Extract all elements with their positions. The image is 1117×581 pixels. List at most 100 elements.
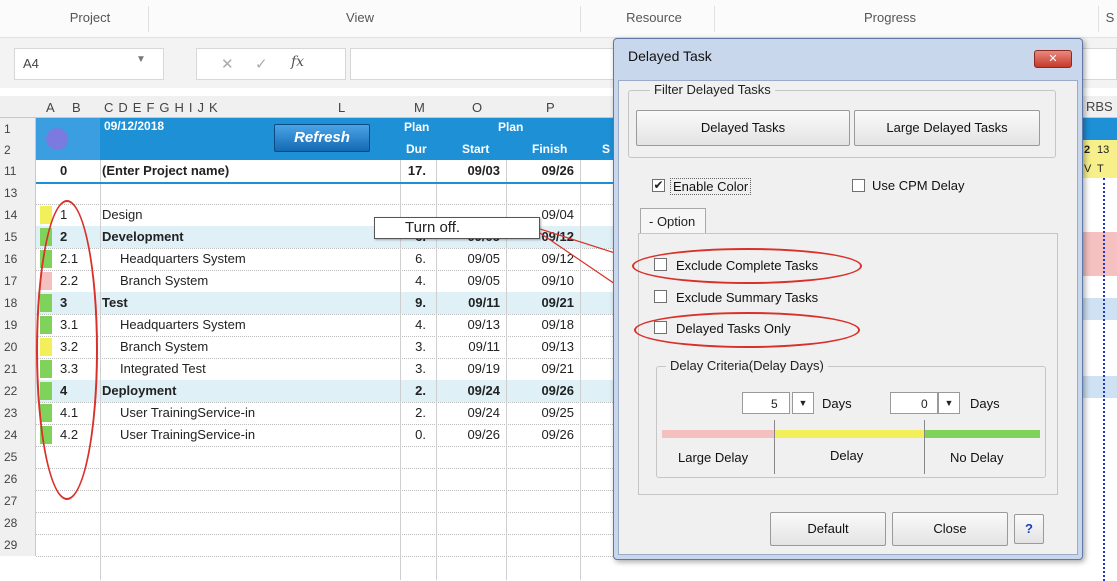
plan-start[interactable]: 09/13 [456, 317, 500, 332]
row-header[interactable]: 15 [0, 226, 36, 248]
task-name[interactable]: Deployment [102, 383, 332, 398]
row-header[interactable]: 1 [0, 118, 36, 140]
task-name[interactable]: Test [102, 295, 332, 310]
row-header[interactable]: 14 [0, 204, 36, 226]
table-row[interactable]: 2.1 Headquarters System 6. 09/05 09/12 [36, 248, 615, 270]
plan-start[interactable]: 09/03 [456, 163, 500, 178]
row-header[interactable]: 18 [0, 292, 36, 314]
ribbon-group-view[interactable]: View [330, 10, 390, 25]
task-name[interactable]: Headquarters System [120, 317, 350, 332]
row-header[interactable]: 19 [0, 314, 36, 336]
plan-finish[interactable]: 09/26 [530, 163, 574, 178]
chevron-down-icon[interactable]: ▼ [792, 392, 814, 414]
row-header[interactable]: 21 [0, 358, 36, 380]
plan-duration[interactable]: 2. [400, 405, 426, 420]
plan-duration[interactable]: 17. [400, 163, 426, 178]
check-icon[interactable]: ✓ [255, 55, 268, 73]
row-header[interactable]: 2 [0, 139, 36, 161]
plan-finish[interactable]: 09/21 [530, 361, 574, 376]
chevron-down-icon[interactable]: ▼ [136, 54, 146, 65]
task-name[interactable]: Headquarters System [120, 251, 350, 266]
plan-duration[interactable]: 9. [400, 295, 426, 310]
delay-days-input[interactable]: 0 [890, 392, 938, 414]
close-icon[interactable]: ✕ [1034, 50, 1072, 68]
ribbon-group-project[interactable]: Project [60, 10, 120, 25]
col-p[interactable]: P [546, 100, 555, 115]
plan-start[interactable]: 09/19 [456, 361, 500, 376]
task-name[interactable]: Branch System [120, 339, 350, 354]
row-header[interactable]: 11 [0, 160, 36, 182]
help-button[interactable]: ? [1014, 514, 1044, 544]
row-header[interactable]: 25 [0, 446, 36, 468]
plan-start[interactable]: 09/05 [456, 273, 500, 288]
row-header[interactable]: 29 [0, 534, 36, 556]
exclude-summary-checkbox[interactable] [654, 290, 667, 303]
task-name[interactable]: Branch System [120, 273, 350, 288]
task-name[interactable]: (Enter Project name) [102, 163, 332, 178]
use-cpm-label[interactable]: Use CPM Delay [872, 178, 964, 193]
default-button[interactable]: Default [770, 512, 886, 546]
cancel-icon[interactable]: ✕ [221, 55, 234, 73]
col-b[interactable]: B [72, 100, 81, 115]
plan-duration[interactable]: 3. [400, 339, 426, 354]
col-c-k[interactable]: CDEFGHIJK [104, 100, 223, 115]
enable-color-label[interactable]: Enable Color [670, 178, 752, 195]
table-row[interactable]: 3.3 Integrated Test 3. 09/19 09/21 [36, 358, 615, 380]
ribbon-group-resource[interactable]: Resource [614, 10, 694, 25]
task-name[interactable]: Integrated Test [120, 361, 350, 376]
exclude-summary-label[interactable]: Exclude Summary Tasks [676, 290, 818, 305]
row-header[interactable]: 17 [0, 270, 36, 292]
plan-duration[interactable]: 3. [400, 361, 426, 376]
row-header[interactable]: 20 [0, 336, 36, 358]
plan-duration[interactable]: 2. [400, 383, 426, 398]
row-header[interactable]: 22 [0, 380, 36, 402]
ribbon-group-progress[interactable]: Progress [850, 10, 930, 25]
task-id[interactable]: 0 [60, 163, 96, 178]
col-m[interactable]: M [414, 100, 425, 115]
large-delay-days-input[interactable]: 5 [742, 392, 790, 414]
tab-option[interactable]: - Option [640, 208, 706, 234]
row-header[interactable]: 13 [0, 182, 36, 204]
task-name[interactable]: Development [102, 229, 332, 244]
table-row[interactable]: 2.2 Branch System 4. 09/05 09/10 [36, 270, 615, 292]
plan-start[interactable]: 09/11 [456, 295, 500, 310]
row-header[interactable]: 26 [0, 468, 36, 490]
fx-icon[interactable]: fx [291, 54, 304, 70]
table-row[interactable]: 4 Deployment 2. 09/24 09/26 [36, 380, 615, 402]
table-row[interactable]: 4.2 User TrainingService-in 0. 09/26 09/26 [36, 424, 615, 446]
table-row[interactable]: 3.2 Branch System 3. 09/11 09/13 [36, 336, 615, 358]
plan-start[interactable]: 09/11 [456, 339, 500, 354]
row-header[interactable]: 23 [0, 402, 36, 424]
plan-duration[interactable]: 4. [400, 317, 426, 332]
plan-finish[interactable]: 09/26 [530, 383, 574, 398]
col-rbs[interactable]: RBS [1086, 99, 1113, 114]
task-name[interactable]: User TrainingService-in [120, 405, 350, 420]
col-o[interactable]: O [472, 100, 482, 115]
table-row[interactable]: 4.1 User TrainingService-in 2. 09/24 09/25 [36, 402, 615, 424]
plan-start[interactable]: 09/24 [456, 383, 500, 398]
plan-finish[interactable]: 09/25 [530, 405, 574, 420]
use-cpm-checkbox[interactable] [852, 179, 865, 192]
plan-duration[interactable]: 0. [400, 427, 426, 442]
col-l[interactable]: L [338, 100, 345, 115]
large-delayed-tasks-button[interactable]: Large Delayed Tasks [854, 110, 1040, 146]
row-header[interactable]: 27 [0, 490, 36, 512]
enable-color-checkbox[interactable]: ✔ [652, 179, 665, 192]
delayed-tasks-button[interactable]: Delayed Tasks [636, 110, 850, 146]
plan-finish[interactable]: 09/13 [530, 339, 574, 354]
plan-finish[interactable]: 09/18 [530, 317, 574, 332]
plan-duration[interactable]: 6. [400, 251, 426, 266]
plan-start[interactable]: 09/26 [456, 427, 500, 442]
plan-finish[interactable]: 09/26 [530, 427, 574, 442]
col-a[interactable]: A [46, 100, 55, 115]
ribbon-group-s[interactable]: S [1104, 10, 1116, 25]
task-name[interactable]: User TrainingService-in [120, 427, 350, 442]
table-row[interactable]: 3 Test 9. 09/11 09/21 [36, 292, 615, 314]
row-header[interactable]: 28 [0, 512, 36, 534]
plan-duration[interactable]: 4. [400, 273, 426, 288]
row-header[interactable]: 24 [0, 424, 36, 446]
plan-start[interactable]: 09/05 [456, 251, 500, 266]
table-row[interactable]: 0 (Enter Project name) 17. 09/03 09/26 [36, 160, 615, 182]
task-name[interactable]: Design [102, 207, 332, 222]
row-header[interactable]: 16 [0, 248, 36, 270]
